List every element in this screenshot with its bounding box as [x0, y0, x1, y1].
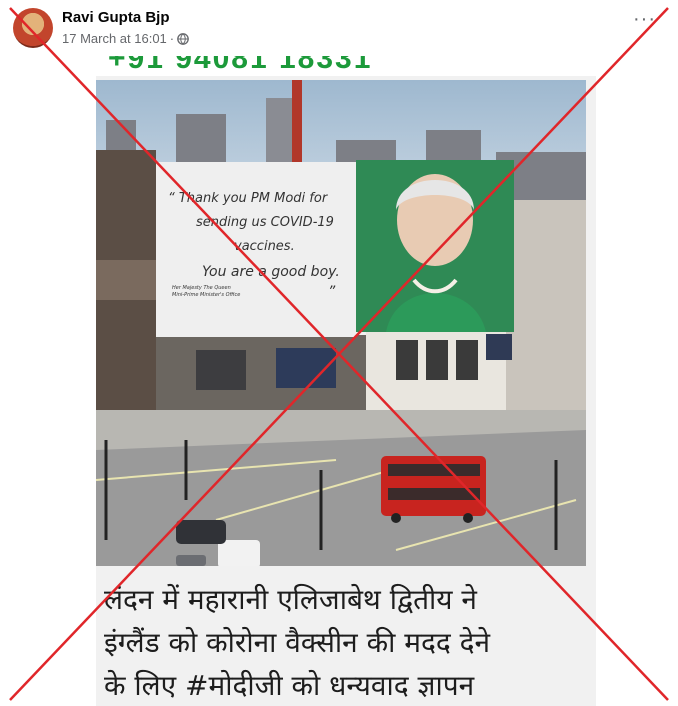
globe-icon — [177, 32, 189, 45]
dark-car — [176, 520, 226, 544]
billboard-line-1: “ Thank you PM Modi for — [168, 191, 329, 206]
billboard-small-1: Her Majesty The Queen — [172, 285, 231, 291]
billboard-line-2: sending us COVID-19 — [196, 215, 334, 230]
billboard-line-3: vaccines. — [234, 239, 295, 254]
meta-separator: · — [169, 31, 175, 46]
post-meta: 17 March at 16:01 · — [62, 31, 189, 46]
phone-number-text: +91 94081 18331 — [108, 56, 373, 75]
post-image[interactable]: +91 94081 18331 “ Thank you PM Modi for … — [96, 56, 596, 706]
author-name[interactable]: Ravi Gupta Bjp — [62, 9, 170, 26]
hindi-caption: लंदन में महारानी एलिजाबेथ द्वितीय ने इंग… — [104, 578, 584, 706]
white-van — [218, 540, 260, 566]
billboard-small-2: Mini-Prime Minister's Office — [172, 292, 240, 298]
red-bus — [381, 456, 486, 523]
billboard-line-4: You are a good boy. — [202, 264, 340, 280]
street-photo: “ Thank you PM Modi for sending us COVID… — [96, 80, 586, 566]
billboard-close-quote: ” — [328, 284, 336, 300]
timestamp[interactable]: 17 March at 16:01 — [62, 31, 167, 46]
more-options-button[interactable]: ··· — [633, 8, 656, 31]
grey-car — [176, 555, 206, 566]
avatar[interactable] — [13, 8, 53, 48]
caption-line-2: इंग्लैंड को कोरोना वैक्सीन की मदद देने — [104, 626, 491, 659]
caption-line-1: लंदन में महारानी एलिजाबेथ द्वितीय ने — [104, 583, 477, 616]
caption-line-3: के लिए #मोदीजी को धन्यवाद ज्ञापन — [104, 669, 475, 702]
post-header: Ravi Gupta Bjp 17 March at 16:01 · ··· — [0, 0, 678, 56]
